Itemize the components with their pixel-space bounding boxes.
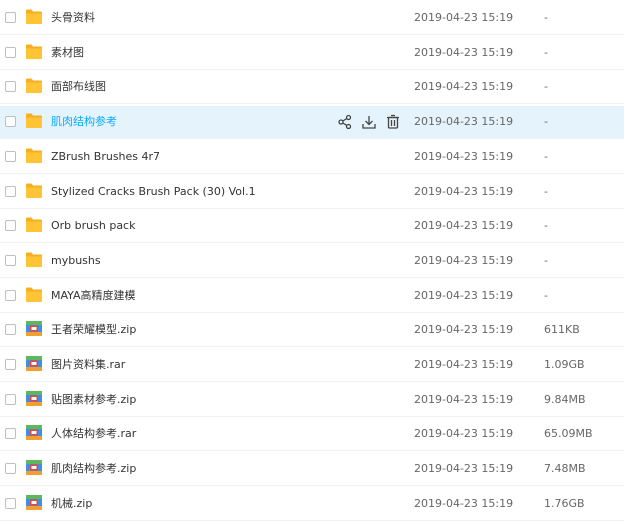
file-name[interactable]: Stylized Cracks Brush Pack (30) Vol.1 xyxy=(51,184,256,199)
modified-date: 2019-04-23 15:19 xyxy=(414,497,514,510)
file-row[interactable]: 机械.zip 2019-04-23 15:19 1.76GB xyxy=(0,488,624,521)
file-size: - xyxy=(544,80,548,93)
folder-row[interactable]: mybushs 2019-04-23 15:19 - xyxy=(0,245,624,278)
archive-icon xyxy=(25,494,43,511)
file-size: 65.09MB xyxy=(544,427,593,440)
folder-icon xyxy=(25,216,43,233)
modified-date: 2019-04-23 15:19 xyxy=(414,393,514,406)
file-size: 9.84MB xyxy=(544,393,586,406)
row-checkbox[interactable] xyxy=(5,12,16,23)
modified-date: 2019-04-23 15:19 xyxy=(414,11,514,24)
folder-row[interactable]: 肌肉结构参考 2019-04-23 15:19 - xyxy=(0,106,624,139)
file-name[interactable]: 王者荣耀模型.zip xyxy=(51,322,136,337)
download-icon[interactable] xyxy=(360,113,378,131)
file-name[interactable]: 人体结构参考.rar xyxy=(51,426,136,441)
modified-date: 2019-04-23 15:19 xyxy=(414,46,514,59)
archive-icon xyxy=(25,320,43,337)
file-name[interactable]: 肌肉结构参考.zip xyxy=(51,461,136,476)
row-checkbox[interactable] xyxy=(5,290,16,301)
folder-icon xyxy=(25,8,43,25)
file-row[interactable]: 人体结构参考.rar 2019-04-23 15:19 65.09MB xyxy=(0,418,624,451)
row-checkbox[interactable] xyxy=(5,428,16,439)
row-checkbox[interactable] xyxy=(5,255,16,266)
file-row[interactable]: 王者荣耀模型.zip 2019-04-23 15:19 611KB xyxy=(0,314,624,347)
folder-icon xyxy=(25,112,43,129)
file-size: - xyxy=(544,11,548,24)
file-name[interactable]: 肌肉结构参考 xyxy=(51,114,117,129)
modified-date: 2019-04-23 15:19 xyxy=(414,254,514,267)
folder-row[interactable]: Stylized Cracks Brush Pack (30) Vol.1 201… xyxy=(0,176,624,209)
modified-date: 2019-04-23 15:19 xyxy=(414,115,514,128)
archive-icon xyxy=(25,390,43,407)
row-checkbox[interactable] xyxy=(5,463,16,474)
share-icon[interactable] xyxy=(336,113,354,131)
folder-row[interactable]: 头骨资料 2019-04-23 15:19 - xyxy=(0,2,624,35)
row-checkbox[interactable] xyxy=(5,359,16,370)
modified-date: 2019-04-23 15:19 xyxy=(414,219,514,232)
file-name[interactable]: 素材图 xyxy=(51,45,84,60)
modified-date: 2019-04-23 15:19 xyxy=(414,323,514,336)
file-size: - xyxy=(544,289,548,302)
modified-date: 2019-04-23 15:19 xyxy=(414,289,514,302)
file-list: 头骨资料 2019-04-23 15:19 - 素材图 2019-04-23 15:19… xyxy=(0,0,640,525)
modified-date: 2019-04-23 15:19 xyxy=(414,185,514,198)
modified-date: 2019-04-23 15:19 xyxy=(414,80,514,93)
file-name[interactable]: 贴图素材参考.zip xyxy=(51,392,136,407)
row-checkbox[interactable] xyxy=(5,116,16,127)
file-row[interactable]: 贴图素材参考.zip 2019-04-23 15:19 9.84MB xyxy=(0,384,624,417)
folder-row[interactable]: 素材图 2019-04-23 15:19 - xyxy=(0,37,624,70)
folder-icon xyxy=(25,251,43,268)
file-name[interactable]: MAYA高精度建模 xyxy=(51,288,136,303)
file-name[interactable]: Orb brush pack xyxy=(51,218,135,233)
folder-icon xyxy=(25,77,43,94)
file-size: - xyxy=(544,254,548,267)
file-row[interactable]: 图片资料集.rar 2019-04-23 15:19 1.09GB xyxy=(0,349,624,382)
file-size: - xyxy=(544,219,548,232)
folder-icon xyxy=(25,43,43,60)
folder-icon xyxy=(25,182,43,199)
archive-icon xyxy=(25,459,43,476)
file-size: 1.09GB xyxy=(544,358,585,371)
file-name[interactable]: 头骨资料 xyxy=(51,10,95,25)
row-checkbox[interactable] xyxy=(5,47,16,58)
file-size: 7.48MB xyxy=(544,462,586,475)
file-size: 1.76GB xyxy=(544,497,585,510)
modified-date: 2019-04-23 15:19 xyxy=(414,462,514,475)
file-size: - xyxy=(544,46,548,59)
archive-icon xyxy=(25,424,43,441)
row-checkbox[interactable] xyxy=(5,324,16,335)
folder-row[interactable]: Orb brush pack 2019-04-23 15:19 - xyxy=(0,210,624,243)
folder-row[interactable]: 面部布线图 2019-04-23 15:19 - xyxy=(0,71,624,104)
file-size: - xyxy=(544,115,548,128)
folder-row[interactable]: ZBrush Brushes 4r7 2019-04-23 15:19 - xyxy=(0,141,624,174)
row-checkbox[interactable] xyxy=(5,81,16,92)
folder-row[interactable]: MAYA高精度建模 2019-04-23 15:19 - xyxy=(0,280,624,313)
row-checkbox[interactable] xyxy=(5,151,16,162)
row-checkbox[interactable] xyxy=(5,498,16,509)
modified-date: 2019-04-23 15:19 xyxy=(414,150,514,163)
modified-date: 2019-04-23 15:19 xyxy=(414,427,514,440)
row-checkbox[interactable] xyxy=(5,220,16,231)
row-checkbox[interactable] xyxy=(5,394,16,405)
row-checkbox[interactable] xyxy=(5,186,16,197)
archive-icon xyxy=(25,355,43,372)
file-size: - xyxy=(544,185,548,198)
file-name[interactable]: 面部布线图 xyxy=(51,79,106,94)
file-size: 611KB xyxy=(544,323,580,336)
file-row[interactable]: 肌肉结构参考.zip 2019-04-23 15:19 7.48MB xyxy=(0,453,624,486)
folder-icon xyxy=(25,147,43,164)
file-name[interactable]: 图片资料集.rar xyxy=(51,357,125,372)
folder-icon xyxy=(25,286,43,303)
file-name[interactable]: mybushs xyxy=(51,253,101,268)
delete-icon[interactable] xyxy=(384,113,402,131)
file-size: - xyxy=(544,150,548,163)
file-name[interactable]: ZBrush Brushes 4r7 xyxy=(51,149,160,164)
modified-date: 2019-04-23 15:19 xyxy=(414,358,514,371)
file-name[interactable]: 机械.zip xyxy=(51,496,92,511)
